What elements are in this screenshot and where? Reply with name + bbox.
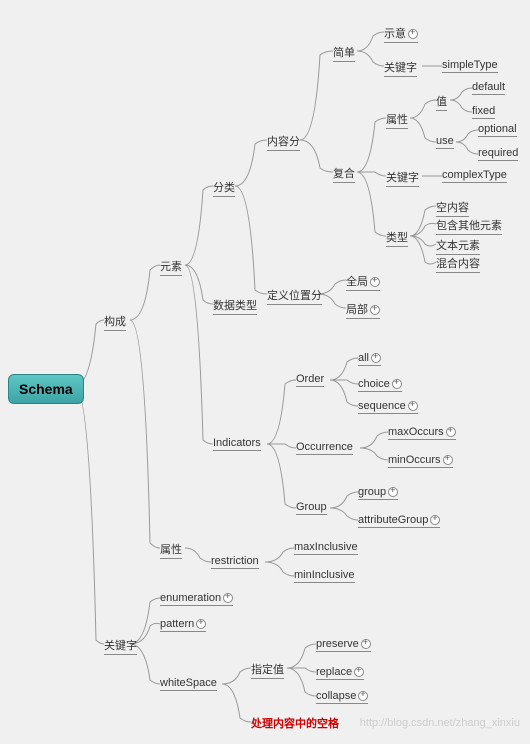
node-jiandan[interactable]: 简单 <box>333 44 355 62</box>
node-optional[interactable]: optional <box>478 123 517 137</box>
node-wenbenyuansu[interactable]: 文本元素 <box>436 237 480 255</box>
plus-icon[interactable] <box>370 277 380 287</box>
node-replace[interactable]: replace <box>316 665 364 680</box>
plus-icon[interactable] <box>408 401 418 411</box>
node-shiyi[interactable]: 示意 <box>384 25 418 43</box>
node-group2[interactable]: group <box>358 485 398 500</box>
plus-icon[interactable] <box>354 667 364 677</box>
node-zhidingzhi[interactable]: 指定值 <box>251 661 284 679</box>
node-shuxing[interactable]: 属性 <box>386 111 408 129</box>
node-shujuleixing[interactable]: 数据类型 <box>213 297 257 315</box>
plus-icon[interactable] <box>361 639 371 649</box>
node-mininclusive[interactable]: minInclusive <box>294 569 355 583</box>
node-yuansu[interactable]: 元素 <box>160 258 182 276</box>
node-hunheneirong[interactable]: 混合内容 <box>436 255 480 273</box>
node-whitespace[interactable]: whiteSpace <box>160 677 217 691</box>
plus-icon[interactable] <box>443 455 453 465</box>
plus-icon[interactable] <box>358 691 368 701</box>
node-dingyiweizhi[interactable]: 定义位置分 <box>267 287 322 305</box>
plus-icon[interactable] <box>446 427 456 437</box>
node-shuxing2[interactable]: 属性 <box>160 541 182 559</box>
node-default[interactable]: default <box>472 81 505 95</box>
node-guanjianzi1[interactable]: 关键字 <box>384 59 417 77</box>
node-jubu[interactable]: 局部 <box>346 301 380 319</box>
node-maxoccurs[interactable]: maxOccurs <box>388 425 456 440</box>
node-complextype[interactable]: complexType <box>442 169 507 183</box>
node-zhi[interactable]: 值 <box>436 93 447 111</box>
node-pattern[interactable]: pattern <box>160 617 206 632</box>
node-use[interactable]: use <box>436 135 454 149</box>
node-choice[interactable]: choice <box>358 377 402 392</box>
node-simpletype[interactable]: simpleType <box>442 59 498 73</box>
node-neirongfen[interactable]: 内容分 <box>267 133 300 151</box>
node-guanjianzi2[interactable]: 关键字 <box>386 169 419 187</box>
watermark: http://blog.csdn.net/zhang_xinxiu <box>360 717 520 729</box>
node-attributegroup[interactable]: attributeGroup <box>358 513 440 528</box>
plus-icon[interactable] <box>371 353 381 363</box>
node-collapse[interactable]: collapse <box>316 689 368 704</box>
node-all[interactable]: all <box>358 351 381 366</box>
node-note: 处理内容中的空格 <box>251 715 339 731</box>
node-occurrence[interactable]: Occurrence <box>296 441 353 455</box>
node-minoccurs[interactable]: minOccurs <box>388 453 453 468</box>
node-fixed[interactable]: fixed <box>472 105 495 119</box>
node-enumeration[interactable]: enumeration <box>160 591 233 606</box>
node-fenlei[interactable]: 分类 <box>213 179 235 197</box>
node-leixing[interactable]: 类型 <box>386 229 408 247</box>
plus-icon[interactable] <box>408 29 418 39</box>
node-maxinclusive[interactable]: maxInclusive <box>294 541 358 555</box>
node-order[interactable]: Order <box>296 373 324 387</box>
plus-icon[interactable] <box>430 515 440 525</box>
node-kongneirong[interactable]: 空内容 <box>436 199 469 217</box>
node-fuhe[interactable]: 复合 <box>333 165 355 183</box>
plus-icon[interactable] <box>196 619 206 629</box>
root-node[interactable]: Schema <box>8 374 84 404</box>
node-gouchen[interactable]: 构成 <box>104 313 126 331</box>
node-restriction[interactable]: restriction <box>211 555 259 569</box>
connector-lines <box>0 0 530 744</box>
node-preserve[interactable]: preserve <box>316 637 371 652</box>
node-quanju[interactable]: 全局 <box>346 273 380 291</box>
plus-icon[interactable] <box>392 379 402 389</box>
node-required[interactable]: required <box>478 147 518 161</box>
node-baohanqita[interactable]: 包含其他元素 <box>436 217 502 235</box>
plus-icon[interactable] <box>223 593 233 603</box>
root-label: Schema <box>19 381 73 397</box>
node-sequence[interactable]: sequence <box>358 399 418 414</box>
node-guanjianzi[interactable]: 关键字 <box>104 637 137 655</box>
plus-icon[interactable] <box>388 487 398 497</box>
plus-icon[interactable] <box>370 305 380 315</box>
node-indicators[interactable]: Indicators <box>213 437 261 451</box>
node-group[interactable]: Group <box>296 501 327 515</box>
